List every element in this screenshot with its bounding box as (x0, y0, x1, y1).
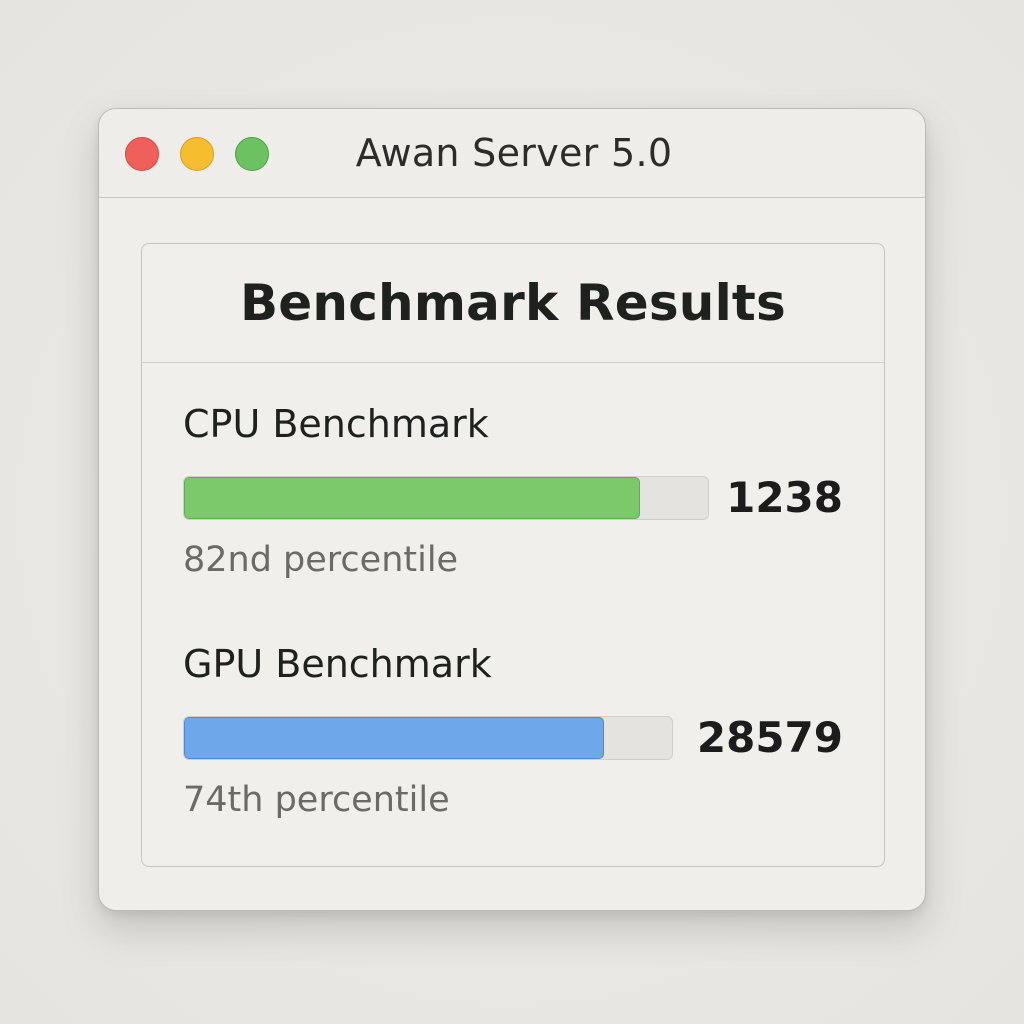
app-window: Awan Server 5.0 Benchmark Results CPU Be… (98, 108, 926, 911)
gpu-benchmark-section: GPU Benchmark 28579 74th percentile (183, 640, 843, 822)
window-title: Awan Server 5.0 (355, 131, 673, 175)
gpu-bar-row: 28579 (183, 714, 843, 762)
panel-title: Benchmark Results (240, 274, 786, 332)
cpu-score: 1238 (726, 473, 843, 522)
cpu-benchmark-label: CPU Benchmark (183, 402, 489, 446)
benchmark-panel: Benchmark Results CPU Benchmark 1238 82n… (141, 243, 885, 867)
gpu-progress-track (183, 716, 673, 760)
gpu-score: 28579 (696, 713, 843, 762)
cpu-benchmark-section: CPU Benchmark 1238 82nd percentile (183, 400, 843, 582)
cpu-progress-track (183, 476, 709, 520)
title-bar[interactable]: Awan Server 5.0 (99, 109, 925, 198)
gpu-progress-fill (184, 717, 604, 759)
cpu-percentile: 82nd percentile (183, 540, 459, 580)
desktop-background: Awan Server 5.0 Benchmark Results CPU Be… (0, 0, 1024, 1024)
cpu-bar-row: 1238 (183, 474, 843, 522)
gpu-percentile: 74th percentile (183, 780, 450, 820)
panel-header: Benchmark Results (142, 244, 884, 363)
gpu-benchmark-label: GPU Benchmark (183, 642, 492, 686)
cpu-progress-fill (184, 477, 640, 519)
